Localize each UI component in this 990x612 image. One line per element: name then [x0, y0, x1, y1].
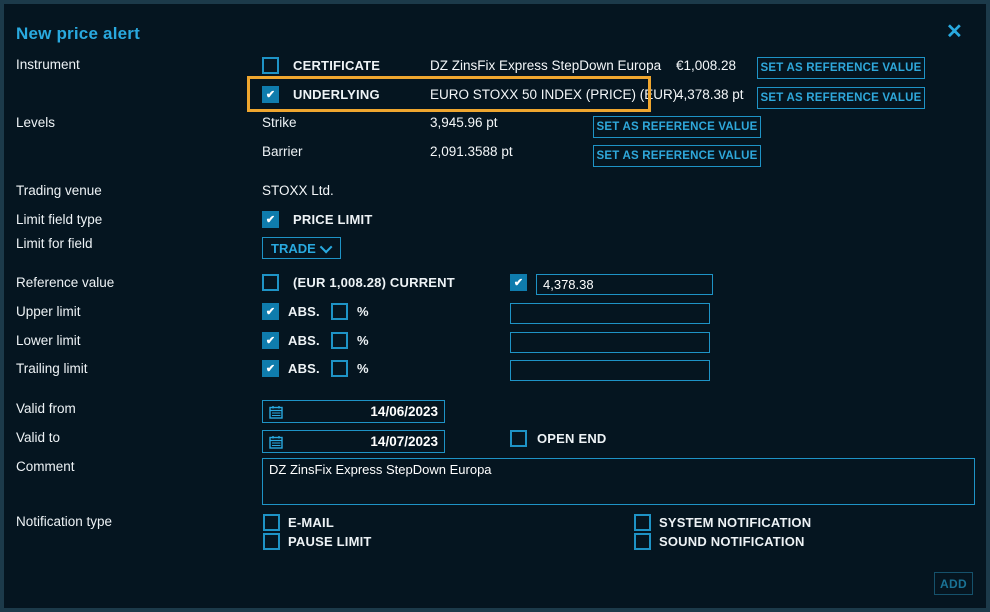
reference-current-checkbox[interactable] — [262, 274, 279, 291]
strike-value: 3,945.96 pt — [430, 115, 498, 130]
strike-set-reference-button[interactable]: SET AS REFERENCE VALUE — [593, 116, 761, 138]
lower-limit-pct-checkbox[interactable] — [331, 332, 348, 349]
reference-custom-checkbox[interactable] — [510, 274, 527, 291]
notification-type-label: Notification type — [16, 514, 112, 529]
upper-limit-abs-checkbox[interactable] — [262, 303, 279, 320]
trading-venue-value: STOXX Ltd. — [262, 183, 334, 198]
certificate-name: DZ ZinsFix Express StepDown Europa — [430, 58, 661, 73]
trailing-limit-pct-checkbox[interactable] — [331, 360, 348, 377]
underlying-set-reference-button[interactable]: SET AS REFERENCE VALUE — [757, 87, 925, 109]
pause-limit-label: PAUSE LIMIT — [288, 534, 372, 549]
certificate-checkbox-label: CERTIFICATE — [293, 58, 380, 73]
valid-to-label: Valid to — [16, 430, 60, 445]
upper-limit-pct-label: % — [357, 304, 369, 319]
pause-limit-checkbox[interactable] — [263, 533, 280, 550]
barrier-value: 2,091.3588 pt — [430, 144, 513, 159]
calendar-icon — [269, 405, 283, 419]
underlying-name: EURO STOXX 50 INDEX (PRICE) (EUR) — [430, 87, 677, 102]
limit-for-field-selected: TRADE — [271, 241, 316, 256]
levels-label: Levels — [16, 115, 55, 130]
calendar-icon — [269, 435, 283, 449]
valid-to-date: 14/07/2023 — [370, 434, 438, 449]
limit-for-field-dropdown[interactable]: TRADE — [262, 237, 341, 259]
certificate-checkbox[interactable] — [262, 57, 279, 74]
reference-value-input[interactable] — [536, 274, 713, 295]
system-notification-label: SYSTEM NOTIFICATION — [659, 515, 811, 530]
trailing-limit-abs-checkbox[interactable] — [262, 360, 279, 377]
barrier-set-reference-button[interactable]: SET AS REFERENCE VALUE — [593, 145, 761, 167]
valid-from-datepicker[interactable]: 14/06/2023 — [262, 400, 445, 423]
lower-limit-abs-label: ABS. — [288, 333, 320, 348]
upper-limit-abs-label: ABS. — [288, 304, 320, 319]
trailing-limit-label: Trailing limit — [16, 361, 88, 376]
valid-from-date: 14/06/2023 — [370, 404, 438, 419]
underlying-checkbox[interactable] — [262, 86, 279, 103]
trading-venue-label: Trading venue — [16, 183, 102, 198]
add-button[interactable]: ADD — [934, 572, 973, 595]
limit-for-field-label: Limit for field — [16, 236, 93, 251]
lower-limit-input[interactable] — [510, 332, 710, 353]
underlying-checkbox-label: UNDERLYING — [293, 87, 380, 102]
open-end-label: OPEN END — [537, 431, 607, 446]
underlying-price: 4,378.38 pt — [676, 87, 744, 102]
limit-field-type-label: Limit field type — [16, 212, 102, 227]
sound-notification-checkbox[interactable] — [634, 533, 651, 550]
lower-limit-pct-label: % — [357, 333, 369, 348]
strike-label: Strike — [262, 115, 297, 130]
price-limit-checkbox-label: PRICE LIMIT — [293, 212, 372, 227]
trailing-limit-abs-label: ABS. — [288, 361, 320, 376]
system-notification-checkbox[interactable] — [634, 514, 651, 531]
barrier-label: Barrier — [262, 144, 303, 159]
certificate-price: €1,008.28 — [676, 58, 736, 73]
price-limit-checkbox[interactable] — [262, 211, 279, 228]
valid-to-datepicker[interactable]: 14/07/2023 — [262, 430, 445, 453]
sound-notification-label: SOUND NOTIFICATION — [659, 534, 805, 549]
upper-limit-pct-checkbox[interactable] — [331, 303, 348, 320]
upper-limit-label: Upper limit — [16, 304, 81, 319]
open-end-checkbox[interactable] — [510, 430, 527, 447]
upper-limit-input[interactable] — [510, 303, 710, 324]
valid-from-label: Valid from — [16, 401, 76, 416]
close-icon[interactable]: ✕ — [946, 22, 963, 42]
lower-limit-abs-checkbox[interactable] — [262, 332, 279, 349]
instrument-label: Instrument — [16, 57, 80, 72]
dialog-title: New price alert — [16, 24, 140, 44]
trailing-limit-input[interactable] — [510, 360, 710, 381]
chevron-down-icon — [320, 240, 333, 253]
reference-current-checkbox-label: (EUR 1,008.28) CURRENT — [293, 275, 455, 290]
email-checkbox[interactable] — [263, 514, 280, 531]
lower-limit-label: Lower limit — [16, 333, 81, 348]
comment-textarea[interactable]: DZ ZinsFix Express StepDown Europa — [262, 458, 975, 505]
reference-value-label: Reference value — [16, 275, 114, 290]
trailing-limit-pct-label: % — [357, 361, 369, 376]
new-price-alert-dialog: New price alert ✕ Instrument CERTIFICATE… — [0, 0, 990, 612]
certificate-set-reference-button[interactable]: SET AS REFERENCE VALUE — [757, 57, 925, 79]
comment-label: Comment — [16, 459, 75, 474]
email-label: E-MAIL — [288, 515, 334, 530]
